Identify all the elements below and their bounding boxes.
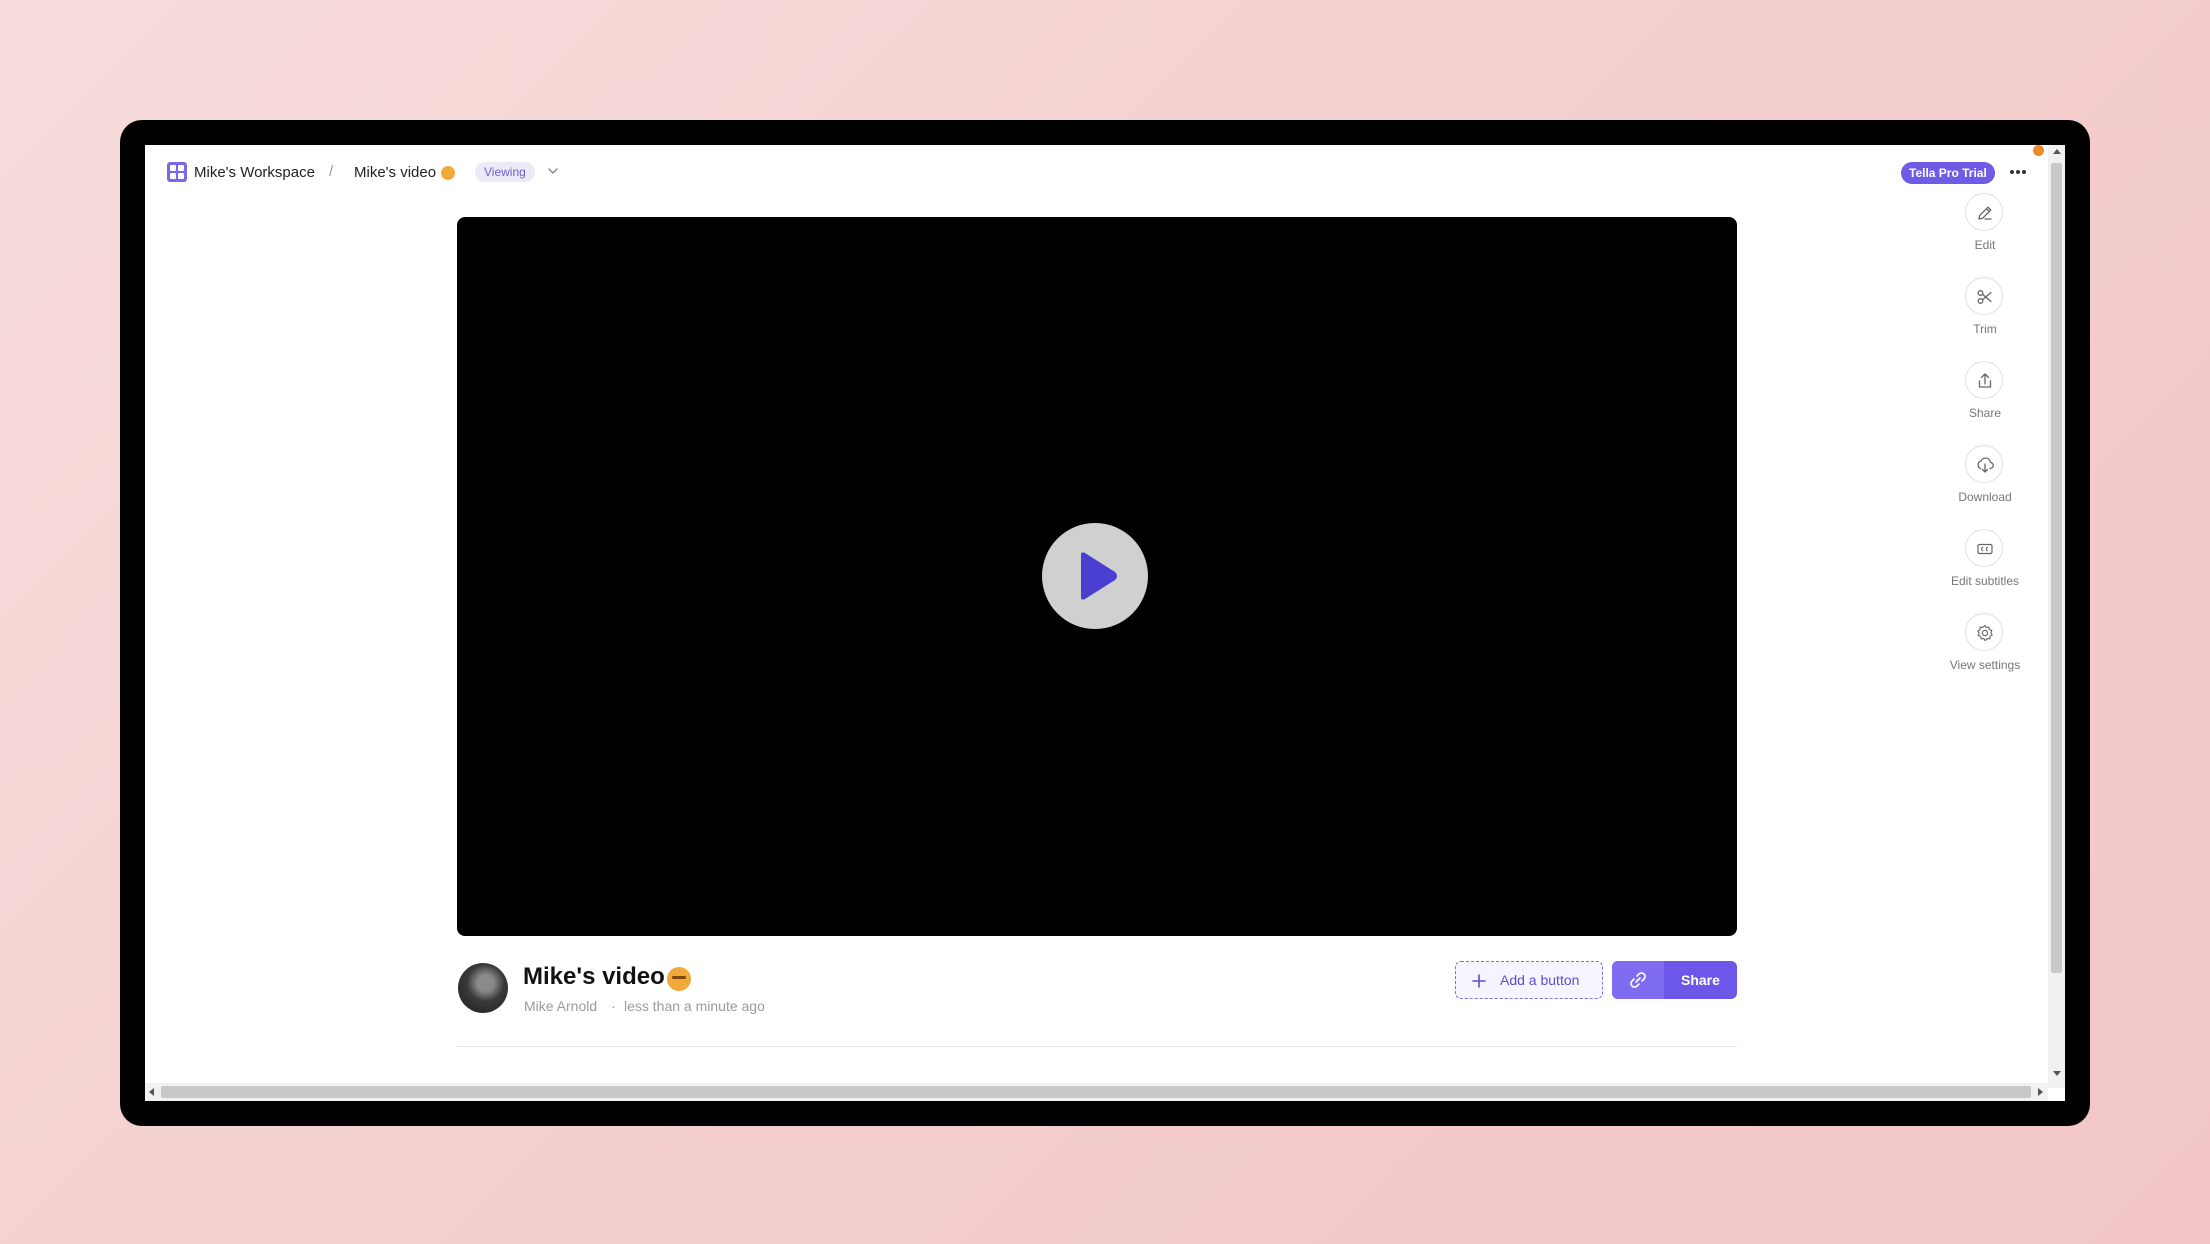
action-edit[interactable]: Edit (1940, 193, 2030, 263)
chevron-down-icon[interactable] (546, 164, 560, 178)
mode-badge[interactable]: Viewing (475, 162, 535, 182)
share-button[interactable]: Share (1612, 961, 1737, 999)
action-label: Share (1968, 406, 2002, 420)
action-trim[interactable]: Trim (1940, 277, 2030, 347)
action-label: Edit (1974, 238, 1996, 252)
meta-separator: · (611, 998, 616, 1014)
download-icon (1977, 457, 1994, 473)
action-label: Download (1958, 490, 2012, 504)
video-player[interactable] (457, 217, 1737, 936)
scroll-down-icon[interactable] (2053, 1071, 2061, 1076)
action-download[interactable]: Download (1940, 445, 2030, 515)
scroll-thumb[interactable] (2051, 163, 2062, 973)
scroll-right-icon[interactable] (2038, 1088, 2043, 1096)
pencil-icon (1978, 206, 1992, 220)
scroll-up-icon[interactable] (2053, 149, 2061, 154)
timestamp: less than a minute ago (624, 998, 765, 1014)
top-bar: Mike's Workspace / Mike's video Viewing … (145, 145, 2045, 205)
notification-dot (2033, 145, 2044, 156)
emoji-icon (667, 967, 691, 991)
captions-icon (1977, 543, 1993, 555)
add-button-button[interactable]: Add a button (1455, 961, 1603, 999)
plus-icon (1472, 974, 1486, 988)
action-edit-subtitles[interactable]: Edit subtitles (1940, 529, 2030, 599)
action-label: View settings (1949, 658, 2021, 672)
play-icon (1081, 552, 1117, 600)
breadcrumb-video-title[interactable]: Mike's video (354, 164, 436, 181)
app-window: Mike's Workspace / Mike's video Viewing … (145, 145, 2065, 1101)
divider (457, 1046, 1737, 1047)
emoji-icon (441, 166, 455, 180)
breadcrumb-workspace[interactable]: Mike's Workspace (194, 164, 315, 181)
scroll-left-icon[interactable] (149, 1088, 154, 1096)
share-icon (1978, 373, 1992, 388)
more-horizontal-icon[interactable] (2007, 161, 2029, 183)
action-label: Edit subtitles (1950, 574, 2020, 588)
share-button-label: Share (1681, 972, 1720, 988)
play-button[interactable] (1042, 523, 1148, 629)
horizontal-scrollbar[interactable] (145, 1083, 2048, 1101)
link-icon (1630, 972, 1646, 988)
vertical-scrollbar[interactable] (2048, 145, 2065, 1088)
workspace-logo-icon[interactable] (167, 162, 187, 182)
action-share[interactable]: Share (1940, 361, 2030, 431)
gear-icon (1977, 624, 1993, 642)
add-button-label: Add a button (1500, 972, 1580, 988)
trial-badge[interactable]: Tella Pro Trial (1901, 162, 1995, 184)
breadcrumb-separator: / (329, 163, 334, 180)
scroll-thumb[interactable] (161, 1086, 2031, 1098)
action-label: Trim (1973, 322, 1997, 336)
copy-link-button[interactable] (1612, 961, 1664, 999)
avatar[interactable] (458, 963, 508, 1013)
video-title[interactable]: Mike's video (523, 963, 665, 991)
author-name: Mike Arnold (524, 998, 598, 1014)
action-view-settings[interactable]: View settings (1940, 613, 2030, 683)
scissors-icon (1977, 290, 1992, 304)
